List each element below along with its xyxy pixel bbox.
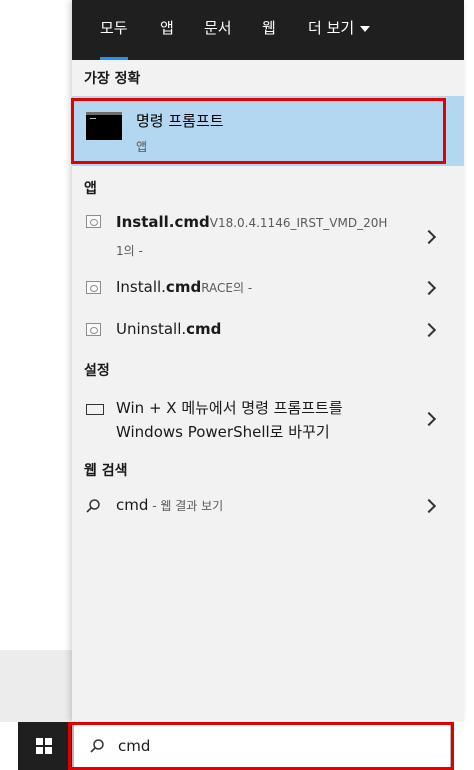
- file-icon: [86, 281, 101, 294]
- web-search-text: cmd - 웹 결과 보기: [116, 496, 223, 514]
- app-result-bold: cmd: [186, 320, 222, 338]
- app-result-install-cmd-race[interactable]: Install.cmdRACE의 -: [72, 272, 464, 306]
- tab-all[interactable]: 모두: [100, 0, 128, 60]
- app-result-bold: cmd: [165, 278, 202, 296]
- best-match-header: 가장 정확: [84, 71, 141, 87]
- settings-header: 설정: [84, 363, 110, 379]
- monitor-icon: [86, 404, 104, 415]
- app-result-line1: Install.cmdV18.0.4.1146_IRST_VMD_20H: [116, 213, 387, 231]
- tab-documents[interactable]: 문서: [204, 0, 232, 57]
- chevron-right-icon: [421, 322, 437, 338]
- tab-apps[interactable]: 앱: [160, 0, 174, 57]
- chevron-right-icon: [421, 229, 437, 245]
- app-result-line2: 1의 -: [116, 244, 143, 258]
- app-result-prefix: Install.: [116, 278, 166, 296]
- chevron-right-icon: [421, 280, 437, 296]
- app-result-detail: RACE의 -: [201, 281, 253, 295]
- app-result-line1: Install.cmdRACE의 -: [116, 278, 252, 296]
- search-box-highlight: [68, 722, 454, 770]
- tab-apps-label: 앱: [160, 19, 174, 37]
- tab-web-label: 웹: [262, 19, 276, 37]
- windows-logo-icon: [36, 738, 52, 754]
- tab-all-label: 모두: [100, 19, 128, 37]
- settings-result-line1: Win + X 메뉴에서 명령 프롬프트를: [116, 399, 343, 417]
- web-search-result[interactable]: cmd - 웹 결과 보기: [72, 490, 464, 524]
- best-match-highlight: [71, 98, 446, 164]
- tab-web[interactable]: 웹: [262, 0, 276, 57]
- search-icon: [86, 499, 100, 513]
- settings-result-line2: Windows PowerShell로 바꾸기: [116, 423, 330, 441]
- chevron-down-icon: [360, 25, 371, 32]
- tab-more[interactable]: 더 보기: [308, 0, 371, 57]
- web-search-header: 웹 검색: [84, 463, 128, 479]
- app-result-prefix: Uninstall.: [116, 320, 187, 338]
- chevron-right-icon: [421, 411, 437, 427]
- start-button[interactable]: [18, 722, 72, 770]
- apps-header: 앱: [84, 181, 97, 197]
- tab-more-label: 더 보기: [308, 19, 355, 37]
- tab-documents-label: 문서: [204, 19, 232, 37]
- app-result-detail: V18.0.4.1146_IRST_VMD_20H: [209, 216, 388, 230]
- app-result-line1: Uninstall.cmd: [116, 320, 221, 338]
- chevron-right-icon: [421, 498, 437, 514]
- file-icon: [86, 215, 101, 228]
- app-result-uninstall-cmd[interactable]: Uninstall.cmd: [72, 314, 464, 348]
- web-search-query: cmd: [116, 496, 149, 514]
- app-result-bold: Install.cmd: [116, 213, 210, 231]
- file-icon: [86, 323, 101, 336]
- desktop-background: [0, 650, 72, 722]
- app-result-install-cmd-irst[interactable]: Install.cmdV18.0.4.1146_IRST_VMD_20H 1의 …: [72, 206, 464, 266]
- settings-result-powershell[interactable]: Win + X 메뉴에서 명령 프롬프트를 Windows PowerShell…: [72, 392, 464, 448]
- search-filter-tabs: 모두 앱 문서 웹 더 보기: [72, 0, 464, 60]
- web-search-suffix: - 웹 결과 보기: [148, 499, 224, 513]
